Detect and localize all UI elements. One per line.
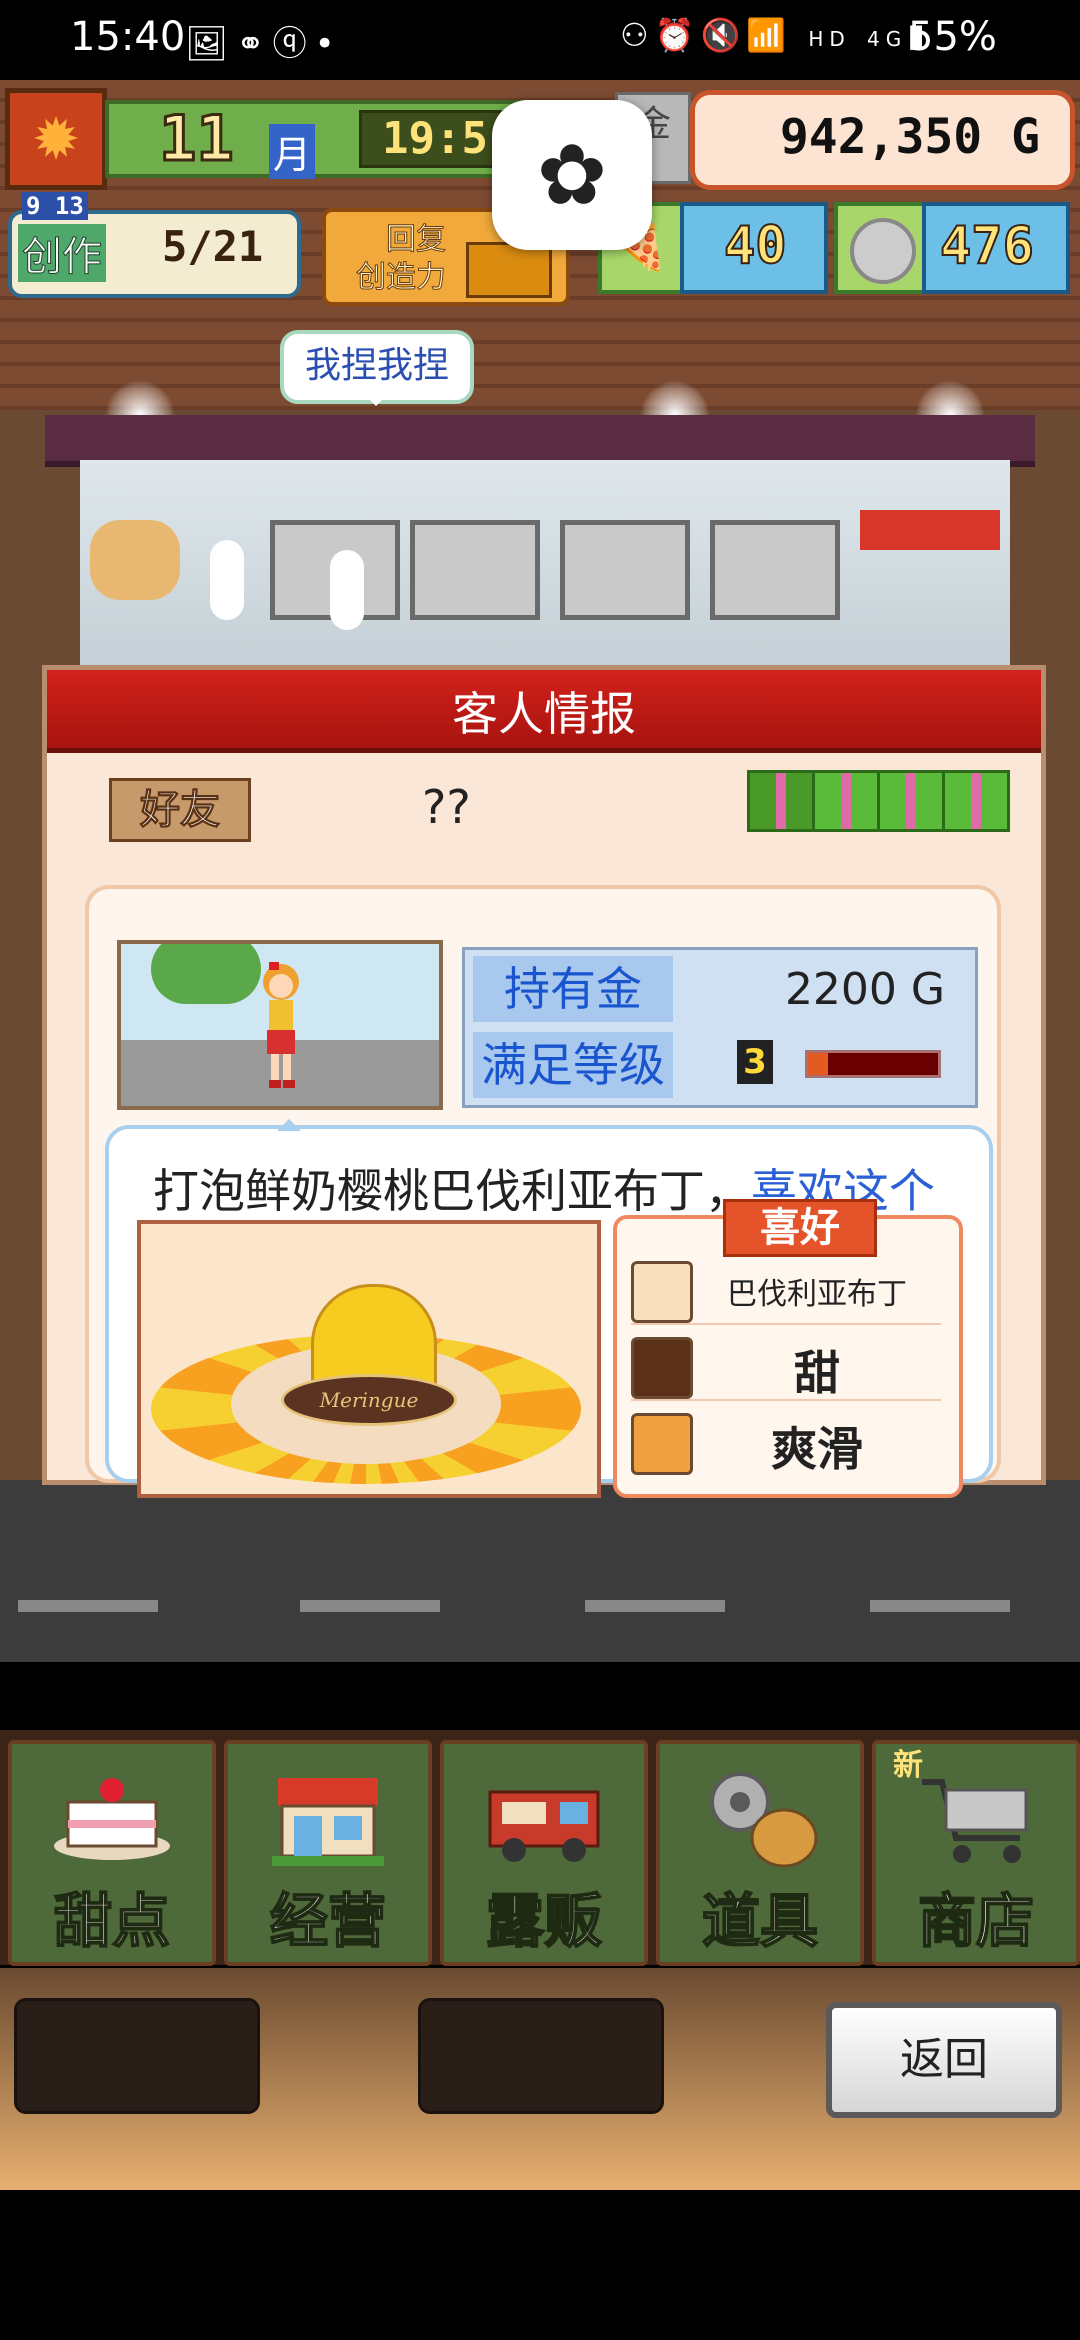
menu-dessert-button[interactable]: 甜点: [8, 1740, 216, 1966]
clock-text: 19:5: [382, 113, 488, 164]
bottom-bar: 返回: [0, 1968, 1080, 2190]
satisfaction-bar: [805, 1050, 941, 1078]
dish-image: Meringue: [137, 1220, 601, 1498]
bread-pile: [90, 520, 180, 600]
satisfaction-bar-fill: [808, 1053, 828, 1075]
satisfaction-label: 满足等级: [473, 1032, 673, 1098]
cart-icon: [922, 1779, 1028, 1863]
menu-items-button[interactable]: 道具: [656, 1740, 864, 1966]
silver-coin-icon: [834, 202, 926, 294]
customer-stats: 持有金 2200 G 满足等级 3: [462, 947, 978, 1108]
friend-badge: 好友: [109, 778, 251, 842]
street: [0, 1480, 1080, 1662]
chef-character[interactable]: [210, 540, 244, 620]
month-unit: 月: [269, 124, 316, 179]
silver-display: 476: [922, 202, 1070, 294]
pref-row: 爽滑: [631, 1407, 941, 1476]
preferences-box: 喜好 巴伐利亚布丁 甜 爽滑: [613, 1199, 963, 1498]
pref-text: 爽滑: [771, 1422, 863, 1476]
gift-icon: [942, 770, 1010, 832]
bread-icon: [631, 1413, 693, 1475]
network-gen-label: 4G: [867, 27, 908, 51]
gift-icon: [877, 770, 945, 832]
create-label: 创作: [18, 224, 106, 282]
panel-title: 客人情报: [452, 687, 636, 741]
month-number: 11: [158, 101, 236, 177]
oven: [560, 520, 690, 620]
silver-value: 476: [939, 215, 1035, 277]
menu-stall-button[interactable]: 露贩: [440, 1740, 648, 1966]
tree: [151, 944, 261, 1004]
menu-manage-button[interactable]: 经营: [224, 1740, 432, 1966]
pref-text: 甜: [794, 1346, 840, 1400]
restore-box-icon: [466, 242, 552, 298]
status-time: 15:40: [70, 14, 186, 60]
satisfaction-level: 3: [737, 1040, 773, 1084]
money-label: 持有金: [473, 956, 673, 1022]
battery-percent: 55%: [908, 14, 997, 60]
new-badge: 新: [893, 1748, 923, 1783]
create-count: 5/21: [162, 222, 264, 271]
cake-icon: [54, 1778, 170, 1860]
create-counter[interactable]: 9 13 创作 5/21: [8, 192, 301, 298]
pudding-icon: [631, 1261, 693, 1323]
red-awning: [860, 510, 1000, 550]
preferences-title: 喜好: [723, 1199, 877, 1257]
money-display: 942,350 G: [690, 90, 1075, 190]
empty-slot: [418, 1998, 664, 2114]
gift-icon: [747, 770, 815, 832]
notification-icons: 🖼⚭ⓠ•: [185, 24, 343, 64]
menu-label: 道具: [701, 1886, 819, 1956]
customer-sprite: [263, 962, 299, 1088]
road-dash: [585, 1600, 725, 1612]
status-bar: 15:40 🖼⚭ⓠ• ⚇⏰🔇📶 HD 4G▮ 55%: [0, 0, 1080, 80]
speech-bubble[interactable]: 我捏我捏: [280, 330, 474, 406]
road-dash: [300, 1600, 440, 1612]
gift-icon: [812, 770, 880, 832]
menu-label: 露贩: [485, 1886, 603, 1956]
chef-character[interactable]: [330, 550, 364, 630]
speech-dish: 打泡鲜奶樱桃巴伐利亚布丁，: [153, 1164, 751, 1218]
menu-label: 甜点: [53, 1886, 171, 1956]
oven: [410, 520, 540, 620]
road-dash: [870, 1600, 1010, 1612]
system-icons: ⚇⏰🔇📶 HD 4G▮: [620, 16, 931, 54]
pref-text: 巴伐利亚布丁: [727, 1277, 907, 1312]
speech-text: 打泡鲜奶樱桃巴伐利亚布丁，喜欢这个: [47, 1155, 1041, 1221]
truck-icon: [488, 1790, 600, 1862]
points-value: 40: [723, 215, 788, 277]
customer-info-panel: 客人情报 好友 ?? 持有金 2200 G 满足等级 3 打泡鲜奶樱桃巴伐利亚布…: [42, 665, 1046, 1498]
menu-label: 经营: [269, 1886, 387, 1956]
pref-row: 巴伐利亚布丁: [631, 1255, 941, 1325]
game-scene: ✹ 11 月 19:5 金 942,350 G 9 13 创作 5/21 回复 …: [0, 80, 1080, 1662]
road-dash: [18, 1600, 158, 1612]
shop-icon: [272, 1778, 384, 1866]
money-value: 942,350 G: [779, 109, 1040, 165]
panel-header: 客人情报: [47, 670, 1041, 753]
oven: [710, 520, 840, 620]
restore-label-2: 创造力: [356, 260, 447, 296]
menu-label: 商店: [917, 1886, 1035, 1956]
money-held-value: 2200 G: [784, 964, 945, 1015]
pref-row: 甜: [631, 1331, 941, 1401]
floating-flower-button[interactable]: ✿: [492, 100, 652, 250]
points-display: 40: [680, 202, 828, 294]
customer-portrait: [117, 940, 443, 1110]
chocolate-icon: [631, 1337, 693, 1399]
empty-slot: [14, 1998, 260, 2114]
customer-name: ??: [422, 780, 471, 834]
dish-plaque: Meringue: [281, 1374, 457, 1426]
season-maple-icon[interactable]: ✹: [5, 88, 107, 190]
gear-bag-icon: [710, 1772, 818, 1868]
create-mini-counter: 9 13: [22, 192, 88, 220]
network-label: HD: [808, 27, 851, 51]
back-button[interactable]: 返回: [826, 2002, 1062, 2118]
